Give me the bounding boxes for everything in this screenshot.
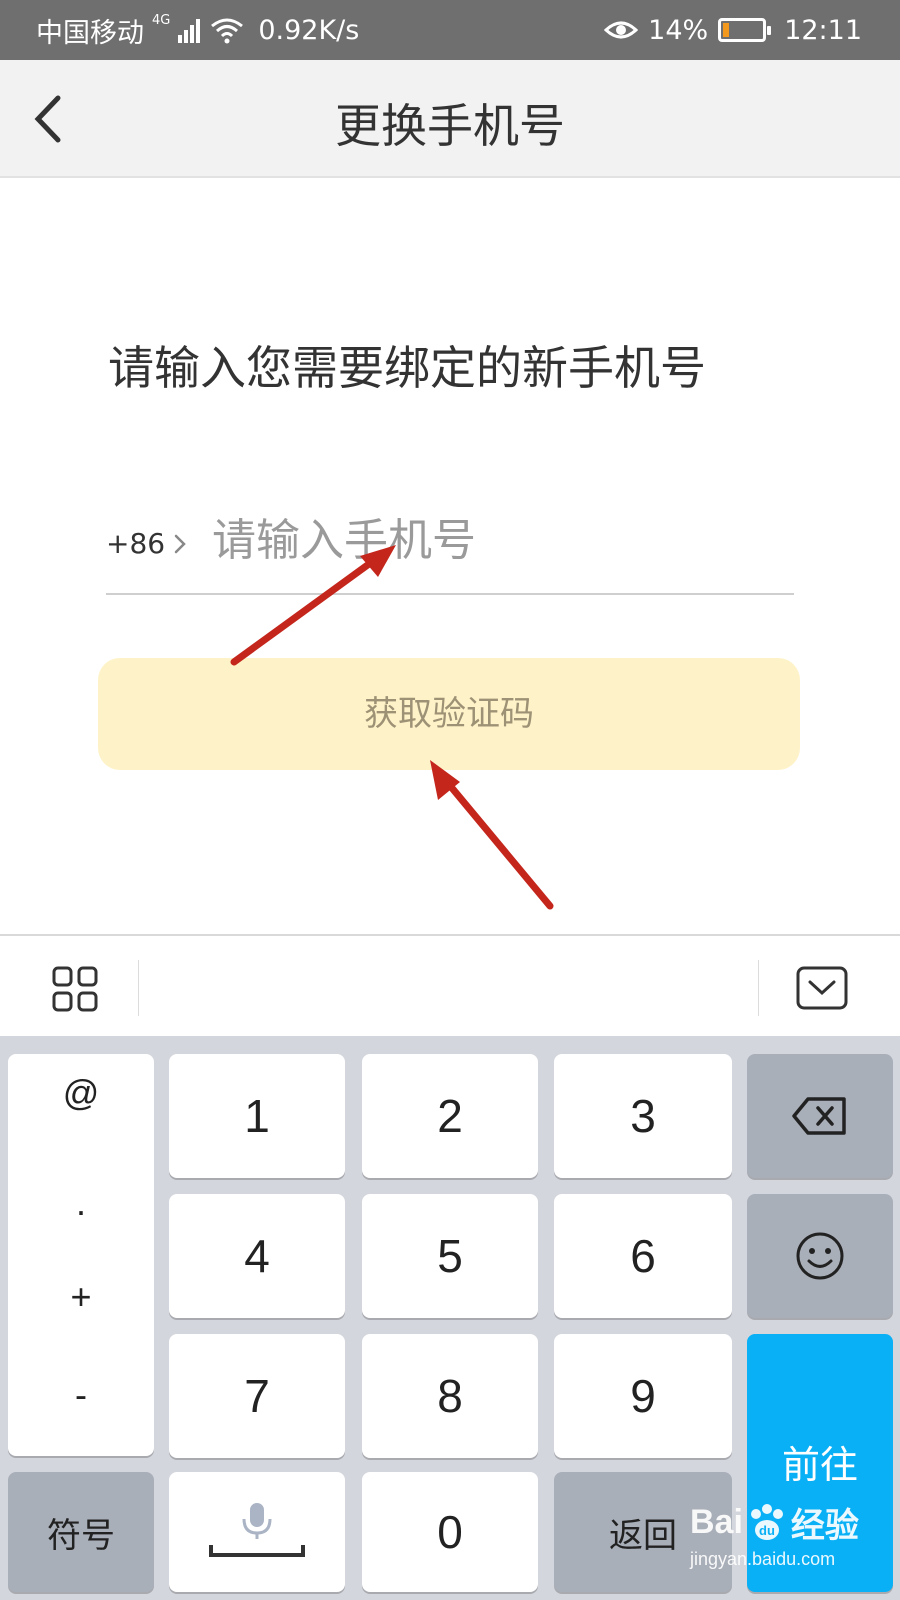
baidu-watermark: Bai du 经验 jingyan.baidu.com [690,1498,859,1570]
chevron-right-icon [174,534,186,553]
key-1[interactable]: 1 [169,1054,345,1178]
network-speed: 0.92K/s [258,14,360,46]
watermark-brand-cn: 经验 [790,1507,859,1545]
toolbar-divider [138,960,139,1016]
keyboard-toolbar [0,934,900,1036]
key-dot[interactable]: . [8,1182,154,1224]
smiley-icon [796,1232,844,1280]
page-title: 更换手机号 [335,99,565,153]
toolbar-divider [758,960,759,1016]
eye-icon [604,21,639,39]
svg-text:du: du [759,1523,775,1538]
prompt-text: 请输入您需要绑定的新手机号 [108,341,706,395]
key-4[interactable]: 4 [169,1194,345,1318]
get-code-button[interactable]: 获取验证码 [98,658,800,770]
microphone-icon [209,1503,305,1557]
network-type: 4G [152,12,171,28]
battery-fill [723,23,730,37]
symbols-key[interactable]: 符号 [8,1472,154,1592]
arrow-to-button [430,760,554,910]
backspace-icon [792,1097,846,1135]
key-3[interactable]: 3 [554,1054,732,1178]
battery-icon [718,18,772,42]
nav-bar: 更换手机号 [0,60,900,178]
key-0[interactable]: 0 [362,1472,538,1592]
watermark-url: jingyan.baidu.com [690,1549,836,1569]
paw-icon: du [750,1503,783,1540]
phone-input[interactable] [212,505,772,575]
status-bar: 中国移动 4G 0.92K/s 14% 12:11 [0,0,900,60]
battery-percent: 14% [648,14,709,46]
watermark-brand: Bai [690,1503,743,1541]
space-key[interactable] [169,1472,345,1592]
country-code: +86 [106,527,166,560]
key-plus[interactable]: + [8,1276,154,1318]
key-7[interactable]: 7 [169,1334,345,1458]
key-minus[interactable]: - [8,1374,154,1416]
clock: 12:11 [784,14,862,46]
key-8[interactable]: 8 [362,1334,538,1458]
key-at[interactable]: @ [8,1072,154,1114]
key-6[interactable]: 6 [554,1194,732,1318]
symbol-column: @ . + - [8,1054,154,1456]
carrier-name: 中国移动 [36,17,144,49]
country-code-selector[interactable]: +86 [106,527,187,560]
key-9[interactable]: 9 [554,1334,732,1458]
backspace-key[interactable] [747,1054,893,1178]
key-2[interactable]: 2 [362,1054,538,1178]
grid-menu-icon[interactable] [52,966,98,1012]
hide-keyboard-icon[interactable] [796,966,848,1010]
emoji-key[interactable] [747,1194,893,1318]
phone-field-row: +86 [106,505,794,595]
key-5[interactable]: 5 [362,1194,538,1318]
signal-icon [178,17,202,43]
wifi-icon [211,18,244,44]
